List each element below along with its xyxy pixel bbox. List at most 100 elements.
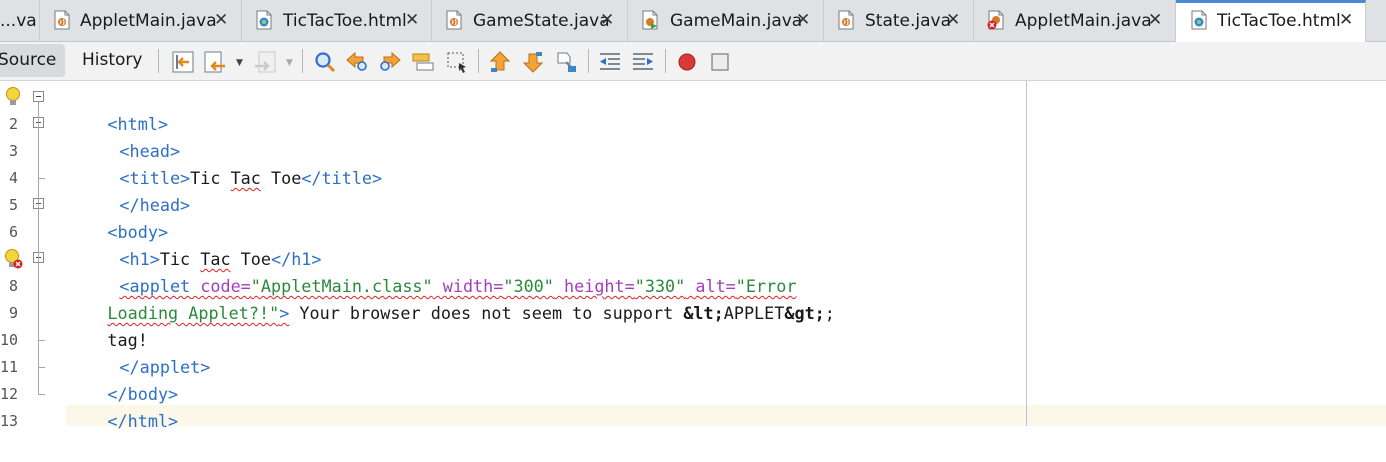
java-file-icon	[54, 10, 70, 30]
previous-bookmark-icon[interactable]	[488, 50, 512, 74]
close-icon[interactable]: ✕	[796, 9, 810, 31]
line-number: 4	[8, 169, 18, 187]
editor-tab[interactable]: AppletMain.java ✕	[40, 0, 242, 42]
code-line: </html>	[67, 381, 178, 431]
editor-tab[interactable]: TicTacToe.html ✕	[242, 0, 432, 42]
history-view-button[interactable]: History	[72, 44, 152, 77]
tab-label: AppletMain.java	[80, 11, 217, 31]
html-tag: >	[279, 303, 290, 323]
tab-label: GameMain.java	[670, 11, 803, 31]
code-line: Loading Applet?!"> Your browser does not…	[67, 273, 834, 323]
code-line: </head>	[79, 165, 190, 215]
line-number: 12	[0, 385, 19, 403]
code-line: tag!	[67, 300, 147, 350]
java-file-icon	[838, 10, 854, 30]
editor-toolbar: Source History ▼ ▼	[0, 42, 1386, 81]
line-number: 2	[8, 115, 18, 133]
java-file-icon	[446, 10, 462, 30]
stop-macro-recording-icon[interactable]	[708, 50, 732, 74]
editor-tab[interactable]: GameState.java ✕	[432, 0, 628, 42]
editor-tab[interactable]: AppletMain.java ✕	[974, 0, 1176, 42]
fold-toggle[interactable]	[33, 91, 44, 102]
toolbar-separator	[478, 49, 479, 73]
line-number: 10	[0, 331, 19, 349]
forward-icon	[255, 51, 276, 73]
fold-guide-end	[38, 178, 45, 179]
editor-tab-bar: ...va AppletMain.java ✕ TicTacToe.html ✕…	[0, 0, 1386, 43]
java-main-file-icon	[642, 10, 658, 30]
line-number: 3	[8, 142, 18, 160]
source-view-button[interactable]: Source	[0, 44, 65, 77]
code-line: </applet>	[79, 327, 210, 377]
code-text: Toe	[260, 168, 302, 188]
code-line: <body>	[67, 192, 168, 242]
code-line: </body>	[67, 354, 178, 404]
tab-label: AppletMain.java	[1015, 11, 1152, 31]
html-tag: </html>	[107, 411, 179, 431]
tab-label: TicTacToe.html	[1217, 11, 1341, 31]
lightbulb-error-icon[interactable]	[3, 248, 23, 270]
editor-tab-active[interactable]: TicTacToe.html ✕	[1176, 0, 1366, 43]
fold-guide-end	[38, 367, 45, 368]
start-macro-recording-icon[interactable]	[675, 50, 699, 74]
html-entity: &lt;	[683, 303, 724, 323]
back-icon[interactable]	[203, 50, 227, 74]
find-selection-icon[interactable]	[313, 50, 337, 74]
close-icon[interactable]: ✕	[1339, 9, 1353, 31]
code-text: Tic	[190, 168, 231, 188]
toggle-highlight-icon[interactable]	[411, 50, 435, 74]
toolbar-separator	[588, 49, 589, 73]
line-number: 5	[8, 196, 18, 214]
close-icon[interactable]: ✕	[405, 9, 419, 31]
fold-guide-end	[38, 394, 45, 395]
tab-label: State.java	[865, 11, 952, 31]
java-error-file-icon	[987, 10, 1004, 30]
shift-right-icon[interactable]	[631, 50, 655, 74]
fold-guide	[38, 102, 39, 394]
editor-tab[interactable]: ...va	[0, 0, 40, 42]
tab-label: GameState.java	[473, 11, 610, 31]
code-line: <applet code="AppletMain.class" width="3…	[79, 246, 796, 296]
close-icon[interactable]: ✕	[600, 9, 614, 31]
code-line: <title>Tic Tac Toe</title>	[79, 138, 382, 188]
close-icon[interactable]: ✕	[214, 9, 228, 31]
code-line: <head>	[79, 111, 180, 161]
line-number: 8	[8, 277, 18, 295]
spelling-error-word: Tac	[230, 168, 261, 188]
html-tag: </title>	[301, 168, 383, 188]
current-line-highlight	[66, 405, 1386, 426]
line-number: 11	[0, 358, 19, 376]
code-text: APPLET	[723, 303, 785, 323]
chevron-down-icon[interactable]: ▼	[236, 58, 243, 68]
close-icon[interactable]: ✕	[1148, 9, 1162, 31]
line-number: 13	[0, 412, 19, 430]
close-icon[interactable]: ✕	[946, 9, 960, 31]
fold-guide-end	[38, 340, 45, 341]
html-file-icon	[1191, 10, 1207, 30]
find-next-icon[interactable]	[378, 50, 402, 74]
toolbar-separator	[158, 49, 159, 73]
html-entity: &gt;	[784, 303, 825, 323]
last-edit-icon[interactable]	[171, 50, 195, 74]
code-line: <h1>Tic Tac Toe</h1>	[79, 219, 321, 269]
html-file-icon	[256, 10, 272, 30]
right-margin-guide	[1026, 81, 1027, 426]
next-bookmark-icon[interactable]	[521, 50, 545, 74]
code-line: <html>	[67, 84, 168, 134]
code-text: Your browser does not seem to support	[289, 303, 684, 323]
editor-tab[interactable]: GameMain.java ✕	[628, 0, 824, 42]
tab-label: ...va	[0, 11, 37, 31]
find-previous-icon[interactable]	[345, 50, 369, 74]
editor-tab[interactable]: State.java ✕	[824, 0, 974, 42]
shift-left-icon[interactable]	[598, 50, 622, 74]
line-number: 6	[8, 223, 18, 241]
toolbar-separator	[665, 49, 666, 73]
code-text: ;	[824, 303, 835, 323]
tab-label: TicTacToe.html	[283, 11, 407, 31]
line-number: 9	[8, 304, 18, 322]
chevron-down-icon: ▼	[286, 58, 293, 68]
lightbulb-hint-icon[interactable]	[3, 86, 23, 108]
toggle-bookmark-icon[interactable]	[554, 50, 578, 74]
rectangular-selection-icon[interactable]	[445, 50, 469, 74]
toolbar-separator	[302, 49, 303, 73]
